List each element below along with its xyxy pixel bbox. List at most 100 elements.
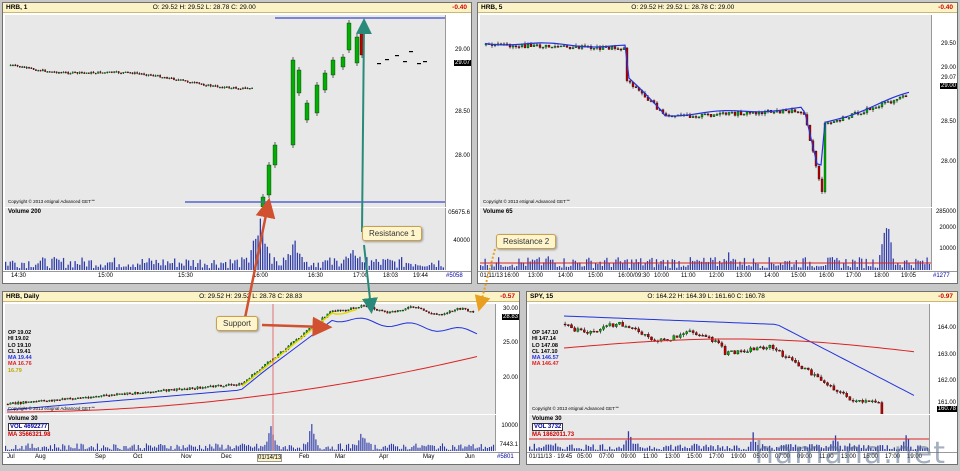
candle: [883, 101, 887, 104]
candle: [214, 85, 217, 87]
candle: [226, 86, 228, 88]
volume-bar: [322, 261, 324, 270]
volume-bar: [269, 253, 271, 270]
volume-bar: [176, 266, 178, 270]
volume-bar: [714, 449, 717, 451]
volume-bar: [341, 448, 343, 451]
volume-bar: [903, 260, 906, 270]
candle: [40, 400, 43, 402]
volume-bar: [158, 444, 160, 451]
price-plot[interactable]: Copyright © 2013 eSignal Advanced GET℠: [480, 15, 931, 207]
volume-bar: [606, 449, 608, 451]
volume-bar: [743, 257, 746, 270]
volume-bar: [498, 257, 500, 270]
volume-bar: [482, 266, 484, 270]
candle: [571, 47, 575, 49]
volume-bar: [250, 446, 252, 451]
volume-bar: [840, 267, 843, 270]
candle: [754, 112, 758, 115]
candle: [117, 71, 120, 74]
volume-bar: [340, 263, 343, 270]
volume-bar: [564, 449, 566, 451]
price-axis[interactable]: 164.00 163.00 162.00 161.00 160.78: [929, 304, 957, 414]
candle: [373, 307, 376, 310]
volume-bar: [606, 257, 608, 270]
candle: [139, 392, 142, 395]
candle: [664, 113, 668, 116]
time-axis[interactable]: Jul Aug Sep Oct Nov Dec 01/14/13 Feb Mar…: [3, 452, 519, 464]
volume-bar: [123, 446, 125, 451]
indicator-legend: OP 147.10 HI 147.14 LO 147.08 CL 147.10 …: [532, 330, 559, 368]
volume-bar: [901, 267, 903, 270]
price-plot[interactable]: OP 147.10 HI 147.14 LO 147.08 CL 147.10 …: [529, 304, 929, 414]
volume-bar: [660, 449, 663, 451]
volume-bar: [148, 258, 150, 270]
candle: [74, 398, 77, 400]
time-axis[interactable]: 01/11/13 16:00 13:00 14:00 15:00 16:00/0…: [478, 271, 957, 283]
price-plot[interactable]: Copyright © 2013 eSignal Advanced GET℠: [5, 15, 445, 207]
volume-bar: [818, 266, 820, 270]
candle: [181, 388, 183, 391]
volume-bar: [155, 259, 157, 270]
time-tick: 13:00: [736, 273, 752, 279]
price-tick: 28.50: [454, 109, 470, 115]
volume-bar: [435, 266, 438, 270]
volume-bar: [42, 257, 44, 270]
time-axis[interactable]: 14:30 15:00 15:30 16:00 16:30 17:00 18:0…: [3, 271, 471, 283]
candle: [62, 71, 65, 74]
volume-bar: [534, 260, 536, 270]
volume-bar: [737, 266, 739, 270]
candle: [862, 112, 866, 115]
candle: [16, 64, 19, 67]
time-tick: 19:00: [731, 454, 747, 460]
price-axis[interactable]: 29.50 29.07 29.00 29.00 28.50 28.00: [931, 15, 957, 207]
chart-panel-hrb-1[interactable]: HRB, 1 O: 29.52 H: 29.52 L: 28.78 C: 29.…: [2, 2, 472, 284]
candle: [454, 309, 456, 312]
candle: [787, 356, 791, 359]
candle: [573, 327, 576, 332]
candle: [730, 350, 733, 352]
volume-bar: [482, 449, 484, 451]
candle: [216, 85, 219, 88]
volume-bar: [169, 263, 171, 270]
volume-bar: [164, 265, 167, 270]
volume-bar: [264, 444, 266, 451]
candle: [675, 335, 679, 338]
time-tick: 17:00: [846, 273, 862, 279]
volume-bar: [710, 445, 712, 451]
candle: [253, 373, 256, 375]
volume-bar: [209, 444, 211, 451]
volume-bar: [339, 443, 341, 451]
candle: [707, 336, 711, 338]
volume-bar: [565, 266, 567, 270]
volume-bar: [382, 259, 384, 270]
candle: [322, 72, 328, 91]
volume-bar: [23, 263, 25, 270]
candle: [66, 397, 69, 400]
volume-bar: [766, 267, 768, 270]
time-tick: 16:00: [504, 273, 520, 279]
volume-bar: [326, 260, 329, 270]
volume-bar: [462, 448, 464, 451]
price-tick: 29.50: [940, 41, 956, 47]
candle: [807, 367, 810, 370]
candle: [464, 307, 467, 310]
candle: [376, 308, 378, 311]
chart-panel-hrb-daily[interactable]: HRB, Daily O: 29.52 H: 29.52 L: 28.78 C:…: [2, 291, 520, 465]
volume-bar: [403, 266, 405, 270]
volume-bar: [303, 262, 306, 270]
time-tick: 16:30: [308, 273, 324, 279]
candle: [608, 323, 612, 326]
candle: [650, 336, 653, 341]
volume-bar: [417, 265, 419, 270]
volume-bar: [466, 446, 468, 451]
volume-bar: [592, 268, 594, 270]
price-axis[interactable]: 30.00 28.83 25.00 20.00: [495, 304, 519, 414]
candle: [618, 322, 621, 325]
candle-tick: [403, 61, 407, 63]
volume-bar: [88, 447, 90, 451]
candle: [161, 77, 164, 79]
volume-bar: [865, 258, 867, 270]
price-axis[interactable]: 29.00 29.07 28.50 28.00: [445, 15, 471, 207]
volume-plot[interactable]: Volume 30 VOL 4692277 MA 3566321.98: [5, 415, 495, 451]
